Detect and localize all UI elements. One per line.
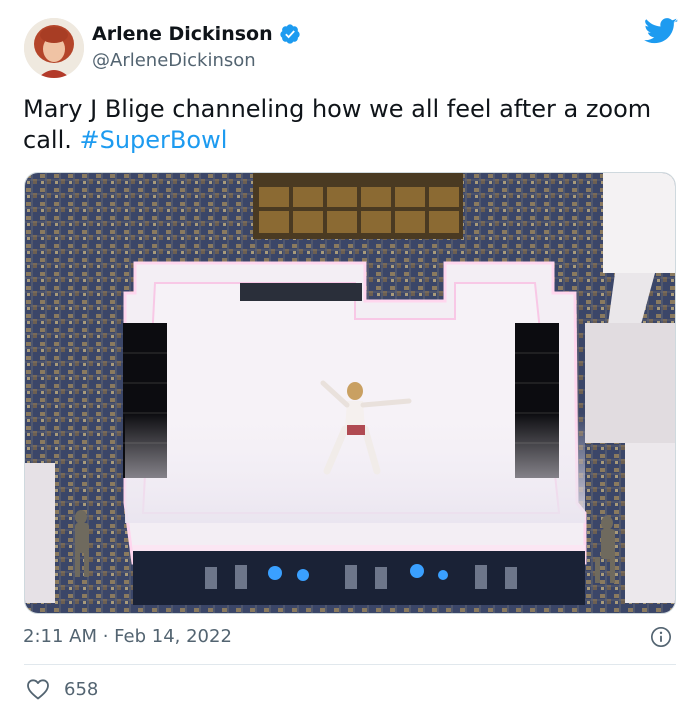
twitter-bird-icon[interactable]: [644, 18, 678, 46]
display-name[interactable]: Arlene Dickinson: [92, 23, 273, 45]
author-handle[interactable]: @ArleneDickinson: [92, 50, 256, 71]
tweet-text: Mary J Blige channeling how we all feel …: [23, 94, 673, 156]
like-row[interactable]: 658: [26, 678, 98, 700]
verified-badge-icon: [279, 24, 300, 44]
author-name-row[interactable]: Arlene Dickinson: [92, 23, 301, 45]
like-count: 658: [64, 678, 99, 700]
heart-icon[interactable]: [26, 678, 50, 700]
hashtag-link[interactable]: #SuperBowl: [80, 126, 228, 154]
tweet-timestamp[interactable]: 2:11 AM · Feb 14, 2022: [23, 626, 232, 647]
aerial-stage-photo: [25, 173, 675, 613]
info-icon[interactable]: [650, 626, 672, 648]
avatar[interactable]: [24, 18, 84, 78]
tweet-media-image[interactable]: [24, 172, 676, 614]
avatar-image: [24, 18, 84, 78]
divider: [24, 664, 676, 665]
